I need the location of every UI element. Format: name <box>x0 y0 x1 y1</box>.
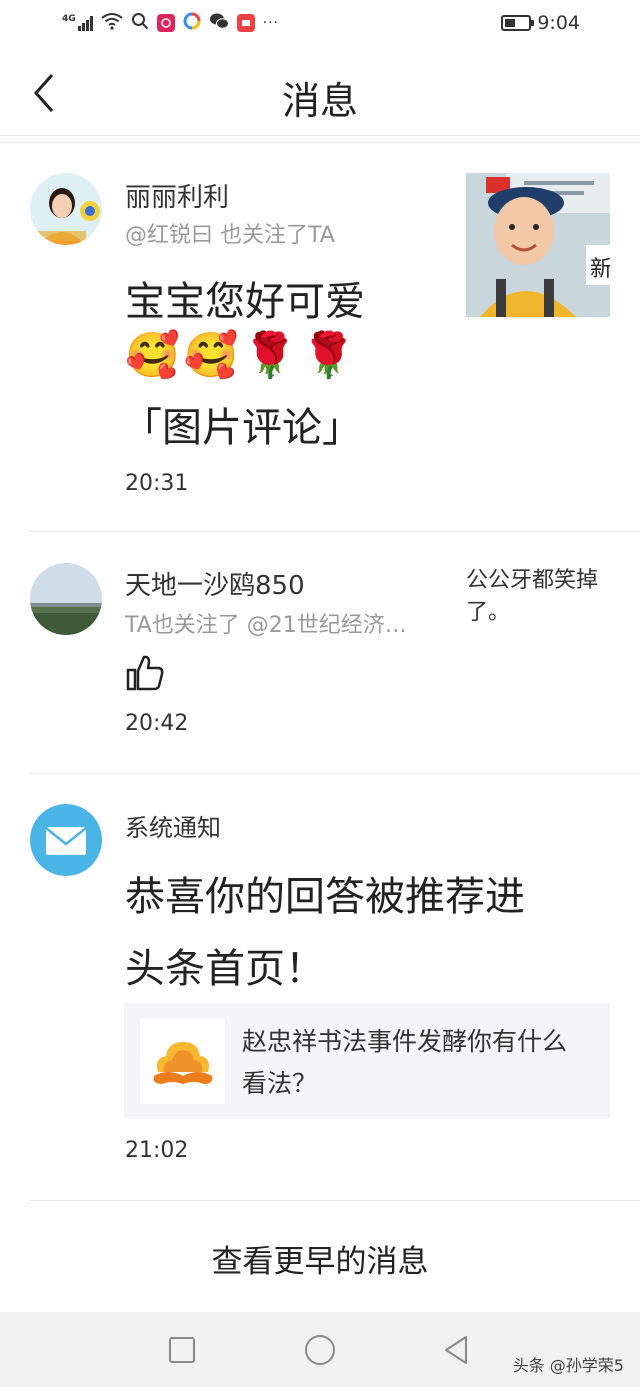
thumbs-up-icon <box>125 653 165 697</box>
timestamp: 21:02 <box>125 1138 189 1163</box>
watermark-text: 头条 @孙学荣5 <box>512 1356 624 1375</box>
network-type: 4G <box>62 13 76 24</box>
wechat-icon <box>209 12 229 34</box>
emoji-row: 🥰🥰🌹🌹 <box>125 330 361 381</box>
sender-name: 天地一沙鸥850 <box>125 571 305 601</box>
mail-icon <box>45 827 87 855</box>
post-thumbnail[interactable]: 新 <box>466 173 610 317</box>
browser-notification-icon <box>183 12 201 34</box>
wifi-icon <box>101 12 123 34</box>
follow-note: @红锐曰 也关注了TA <box>125 223 335 248</box>
system-notice-item[interactable]: 系统通知 恭喜你的回答被推荐进 头条首页！ 赵忠祥书法事件发酵你有什么看法？ 2… <box>0 774 640 1201</box>
notice-line-2: 头条首页！ <box>125 946 325 992</box>
status-bar: 4G ··· 9:04 <box>0 0 640 50</box>
page-title: 消息 <box>281 79 358 123</box>
question-title: 赵忠祥书法事件发酵你有什么看法？ <box>242 1027 568 1098</box>
circle-icon <box>305 1335 335 1365</box>
sender-name: 丽丽利利 <box>125 183 230 213</box>
question-card[interactable]: 赵忠祥书法事件发酵你有什么看法？ <box>124 1003 610 1119</box>
status-right: 9:04 <box>501 12 580 34</box>
image-comment-label[interactable]: 「图片评论」 <box>122 395 362 453</box>
thumbnail-badge-text: 新 <box>590 257 610 282</box>
comment-text: 宝宝您好可爱 <box>125 279 365 325</box>
question-card-icon <box>140 1019 225 1104</box>
avatar[interactable] <box>30 563 102 635</box>
message-divider <box>30 531 640 532</box>
original-comment-text[interactable]: 公公牙都笑掉了。 <box>466 565 626 629</box>
app-notification-icon <box>156 14 175 32</box>
notice-line-1: 恭喜你的回答被推荐进 <box>125 874 525 920</box>
status-left: 4G ··· <box>62 12 279 34</box>
home-button[interactable] <box>304 1334 336 1366</box>
recent-apps-button[interactable] <box>166 1334 198 1366</box>
follow-note: TA也关注了 @21世纪经济… <box>125 613 407 638</box>
avatar[interactable] <box>30 173 102 245</box>
clock: 9:04 <box>537 12 580 34</box>
back-nav-button[interactable] <box>440 1334 472 1366</box>
app-header: 消息 <box>0 50 640 136</box>
timestamp: 20:42 <box>125 711 189 736</box>
triangle-back-icon <box>445 1336 467 1364</box>
toutiao-notification-icon <box>236 14 255 32</box>
system-nav-bar: 头条 @孙学荣5 <box>0 1312 640 1387</box>
message-item[interactable]: 丽丽利利 @红锐曰 也关注了TA 宝宝您好可爱 🥰🥰🌹🌹 「图片评论」 20:3… <box>0 143 640 533</box>
system-notice-avatar <box>30 804 102 876</box>
message-item[interactable]: 天地一沙鸥850 TA也关注了 @21世纪经济… 20:42 公公牙都笑掉了。 <box>0 533 640 774</box>
sender-name: 系统通知 <box>125 814 221 842</box>
more-notifications-icon: ··· <box>262 15 280 31</box>
square-icon <box>169 1337 195 1363</box>
view-earlier-messages-button[interactable]: 查看更早的消息 <box>0 1236 640 1281</box>
message-divider <box>30 1200 640 1201</box>
battery-icon <box>501 15 535 31</box>
timestamp: 20:31 <box>125 471 189 496</box>
search-icon <box>131 12 149 34</box>
signal-icon <box>77 15 93 31</box>
cloud-logo-icon <box>153 1041 212 1084</box>
